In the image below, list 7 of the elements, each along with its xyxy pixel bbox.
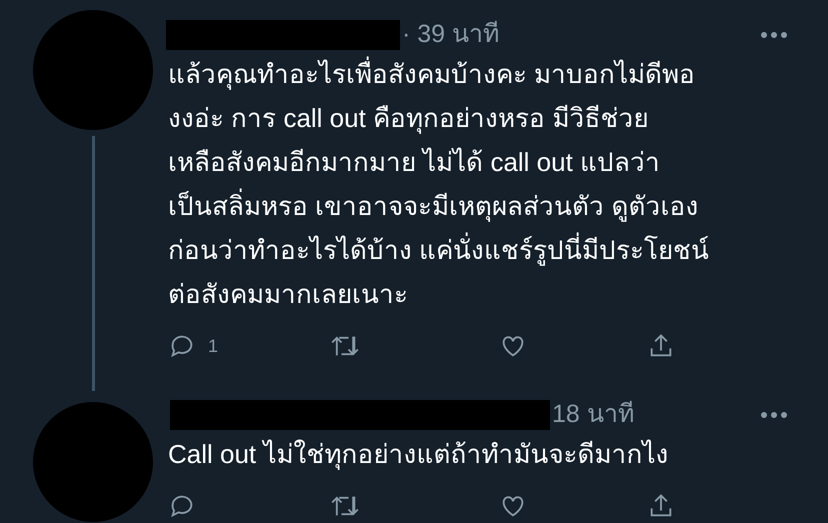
- tweet-time[interactable]: 18 นาที: [552, 396, 634, 434]
- reply-count: 1: [208, 334, 218, 358]
- tweet-time[interactable]: · 39 นาที: [402, 16, 500, 54]
- tweet-text: Call out ไม่ใช่ทุกอย่างแต่ถ้าทำมันจะดีมากไง: [167, 438, 670, 472]
- more-icon[interactable]: [760, 31, 788, 39]
- more-icon[interactable]: [760, 411, 788, 419]
- tweet-text: แล้วคุณทำอะไรเพื่อสังคมบ้างคะ มาบอกไม่ดีพอ งงอ่ะ การ call out คือทุกอย่างหรอ มีวิธีช่วย เหลือสังคมอีกมากมาย ไม่ได้ call out แปลว่า เป็นสลิ่มหรอ เขาอาจจะมีเหตุผลส่วนตัว ดูตัวเอง ก่อนว่าทำอะไรได้บ้าง แค่นั่งแชร์รูปนี่มีประโยชน์ ต่อสังคมมากเลยเนาะ: [166, 52, 788, 316]
